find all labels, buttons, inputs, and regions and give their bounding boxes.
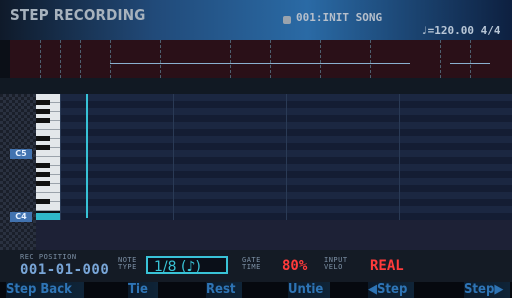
screen-title: STEP RECORDING (10, 6, 146, 24)
rest-button[interactable]: Rest (206, 282, 242, 298)
piano-keyboard[interactable] (36, 94, 60, 220)
grid-beat-line (286, 94, 287, 220)
input-velo-label: INPUT VELO (324, 256, 348, 271)
grid-beat-line (173, 94, 174, 220)
step-right-button[interactable]: Step▶ (464, 282, 510, 298)
grid-beat-line (60, 94, 61, 220)
note-type-label: NOTE TYPE (118, 256, 137, 271)
octave-label-c4: C4 (10, 212, 32, 222)
gate-time-value[interactable]: 80% (282, 258, 307, 274)
note-type-selector[interactable]: 1/8 (♪) (146, 256, 228, 275)
playback-cursor (86, 94, 88, 218)
grid-bottom-area (36, 220, 512, 250)
octave-label-c5: C5 (10, 149, 32, 159)
grid-beat-line (399, 94, 400, 220)
input-velo-value[interactable]: REAL (370, 258, 404, 274)
tempo-display: ♩=120.00 4/4 (421, 24, 501, 37)
song-icon (283, 16, 291, 24)
overview-separator (0, 78, 512, 94)
current-key-highlight (36, 213, 60, 220)
song-name: 001:INIT SONG (296, 11, 383, 24)
gate-time-label: GATE TIME (242, 256, 261, 271)
step-back-button[interactable]: Step Back (6, 282, 84, 298)
sequence-overview (10, 40, 512, 78)
pitch-area-background (0, 94, 36, 250)
rec-position-value: 001-01-000 (20, 262, 110, 278)
note-grid[interactable] (60, 94, 512, 220)
rec-position-label: REC POSITION (20, 253, 77, 261)
untie-button[interactable]: Untie (288, 282, 330, 298)
tie-button[interactable]: Tie (128, 282, 158, 298)
step-left-button[interactable]: ◀Step (368, 282, 414, 298)
